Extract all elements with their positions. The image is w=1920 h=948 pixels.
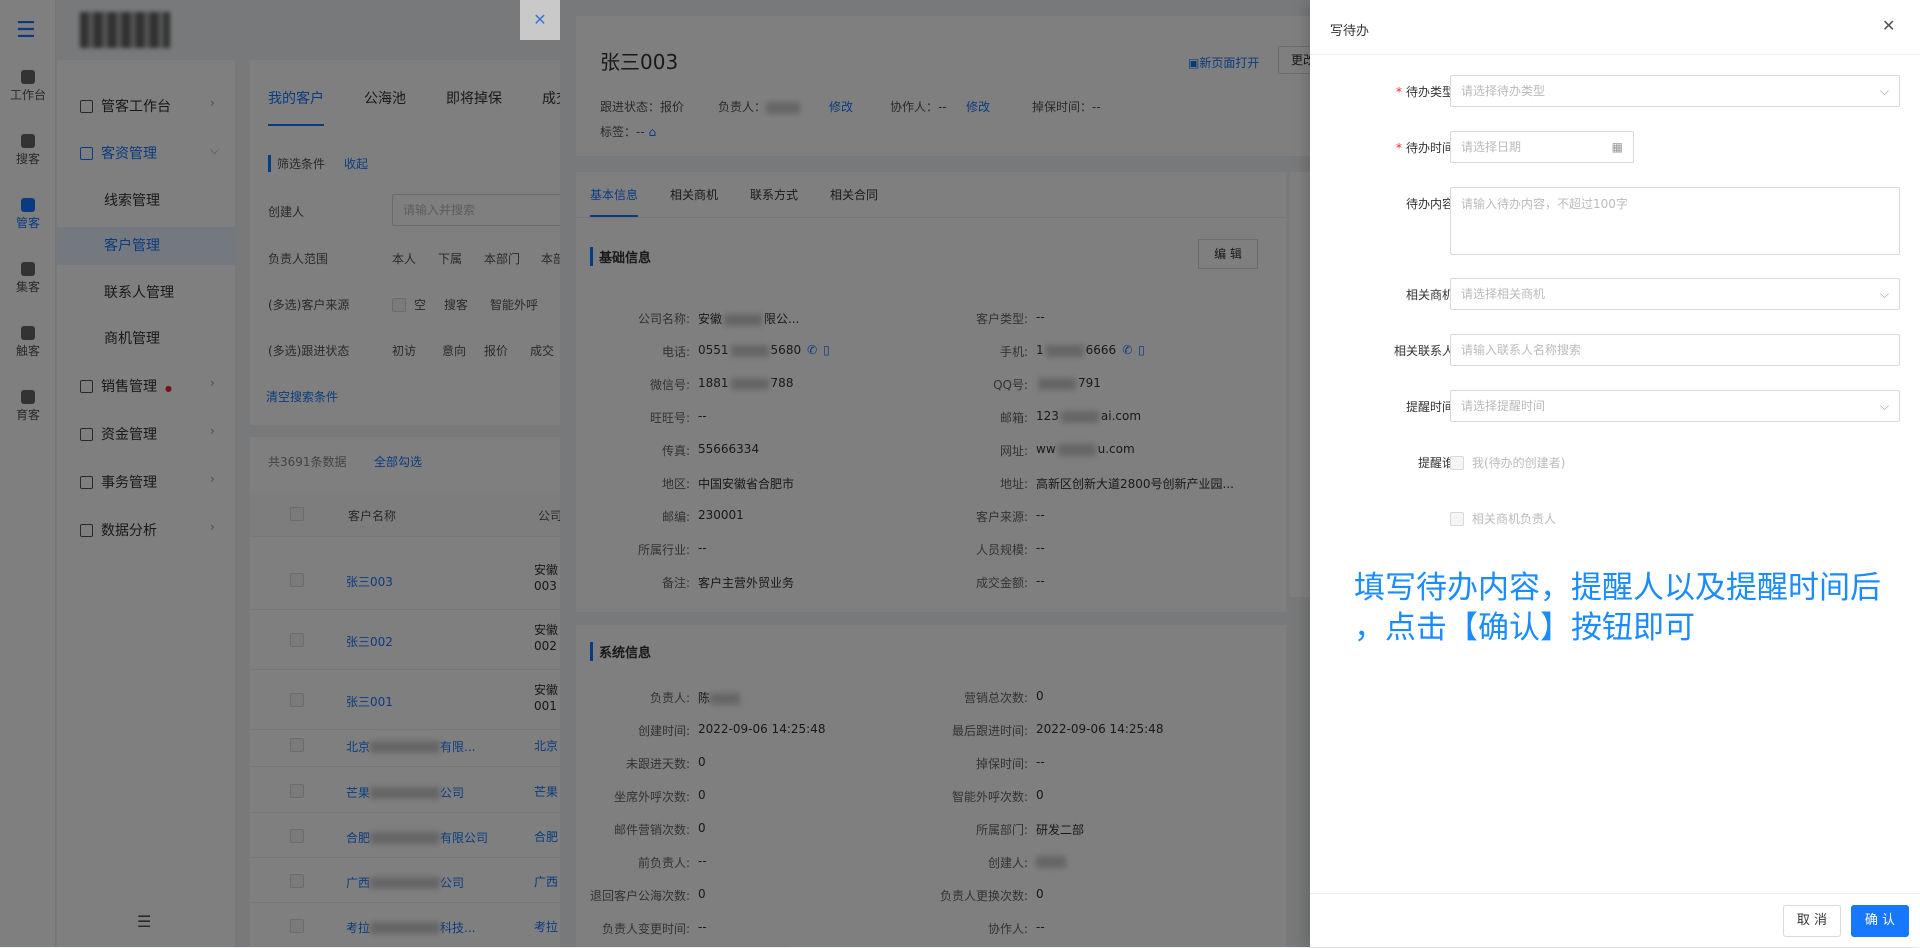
- remind-me-checkbox[interactable]: 我(待办的创建者): [1450, 454, 1565, 471]
- todo-time-label: * 待办时间:: [1395, 141, 1458, 155]
- todo-drawer: 写待办 ✕ * 待办类型: 请选择待办类型 ⌵ * 待办时间: 请选择日期 ▦ 待办内容…: [1310, 0, 1920, 947]
- related-contact-label: 相关联系人:: [1393, 344, 1458, 358]
- remind-opp-owner-checkbox[interactable]: 相关商机负责人: [1450, 510, 1556, 527]
- todo-content-textarea[interactable]: 请输入待办内容，不超过100字: [1450, 187, 1900, 255]
- close-detail-icon[interactable]: ✕: [520, 0, 560, 40]
- related-contact-input[interactable]: 请输入联系人名称搜索: [1450, 334, 1900, 366]
- divider: [1310, 54, 1920, 55]
- close-drawer-icon[interactable]: ✕: [1882, 16, 1895, 35]
- instruction-annotation: 填写待办内容，提醒人以及提醒时间后 ，点击【确认】按钮即可: [1354, 570, 1881, 646]
- checkbox-icon[interactable]: [1450, 512, 1464, 526]
- todo-date-picker[interactable]: 请选择日期 ▦: [1450, 131, 1634, 163]
- cancel-button[interactable]: 取 消: [1783, 905, 1841, 937]
- todo-type-label: * 待办类型:: [1395, 85, 1458, 99]
- todo-type-select[interactable]: 请选择待办类型 ⌵: [1450, 75, 1900, 107]
- chevron-down-icon: ⌵: [1879, 399, 1889, 413]
- modal-mask[interactable]: [0, 0, 1310, 947]
- related-opportunity-select[interactable]: 请选择相关商机 ⌵: [1450, 278, 1900, 310]
- calendar-icon: ▦: [1611, 140, 1623, 154]
- chevron-down-icon: ⌵: [1879, 84, 1889, 98]
- remind-time-select[interactable]: 请选择提醒时间 ⌵: [1450, 390, 1900, 422]
- confirm-button[interactable]: 确 认: [1851, 905, 1909, 937]
- checkbox-icon[interactable]: [1450, 456, 1464, 470]
- chevron-down-icon: ⌵: [1879, 287, 1889, 301]
- divider: [1310, 893, 1920, 894]
- drawer-title: 写待办: [1330, 24, 1370, 39]
